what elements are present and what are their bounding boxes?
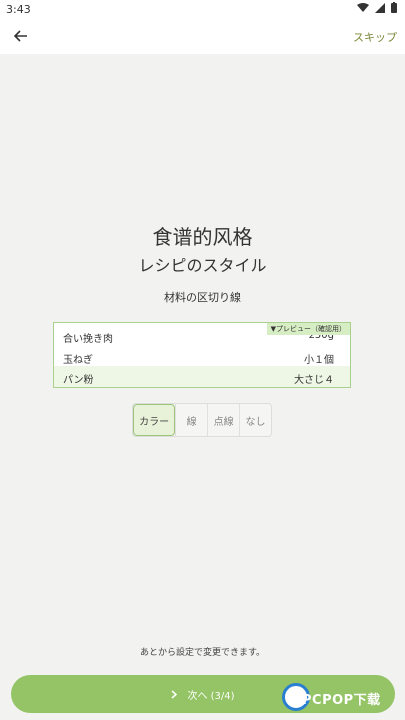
- settings-note: あとから設定で変更できます。: [139, 648, 266, 658]
- battery-icon: [391, 2, 397, 13]
- option-none[interactable]: なし: [239, 404, 271, 436]
- arrow-left-icon: [14, 30, 27, 42]
- table-row: 玉ねぎ 小１個: [54, 346, 350, 367]
- page-title: 食谱的风格: [152, 225, 253, 249]
- ingredient-preview: 合い挽き肉 250g 玉ねぎ 小１個 パン粉 大さじ４ ▼プレビュー（確認用）: [53, 322, 351, 388]
- watermark-text: PCPOP下载: [302, 693, 381, 708]
- status-time: 3:43: [6, 3, 31, 16]
- ingredient-name: 合い挽き肉: [63, 334, 113, 345]
- preview-badge: ▼プレビュー（確認用）: [266, 323, 350, 335]
- page-subtitle: レシピのスタイル: [138, 256, 267, 275]
- next-button-label: 次へ (3/4): [187, 690, 235, 702]
- chevron-right-icon: [171, 689, 178, 699]
- ingredient-amount: 小１個: [304, 355, 334, 366]
- app-bar: スキップ: [0, 18, 405, 54]
- section-label: 材料の区切り線: [164, 291, 241, 304]
- ingredient-name: 玉ねぎ: [63, 355, 93, 366]
- option-color[interactable]: カラー: [133, 404, 176, 436]
- signal-icon: [375, 2, 385, 13]
- option-dotted[interactable]: 点線: [207, 404, 239, 436]
- ingredient-amount: 大さじ４: [294, 375, 334, 386]
- divider-style-selector: カラー 線 点線 なし: [132, 403, 272, 437]
- watermark-logo: PCPOP下载: [282, 683, 404, 717]
- status-bar: 3:43: [0, 0, 405, 18]
- option-line[interactable]: 線: [175, 404, 207, 436]
- table-row: パン粉 大さじ４: [54, 366, 350, 387]
- ingredient-name: パン粉: [63, 375, 94, 386]
- wifi-icon: [357, 2, 369, 12]
- skip-button[interactable]: スキップ: [353, 29, 397, 45]
- back-button[interactable]: [10, 25, 32, 47]
